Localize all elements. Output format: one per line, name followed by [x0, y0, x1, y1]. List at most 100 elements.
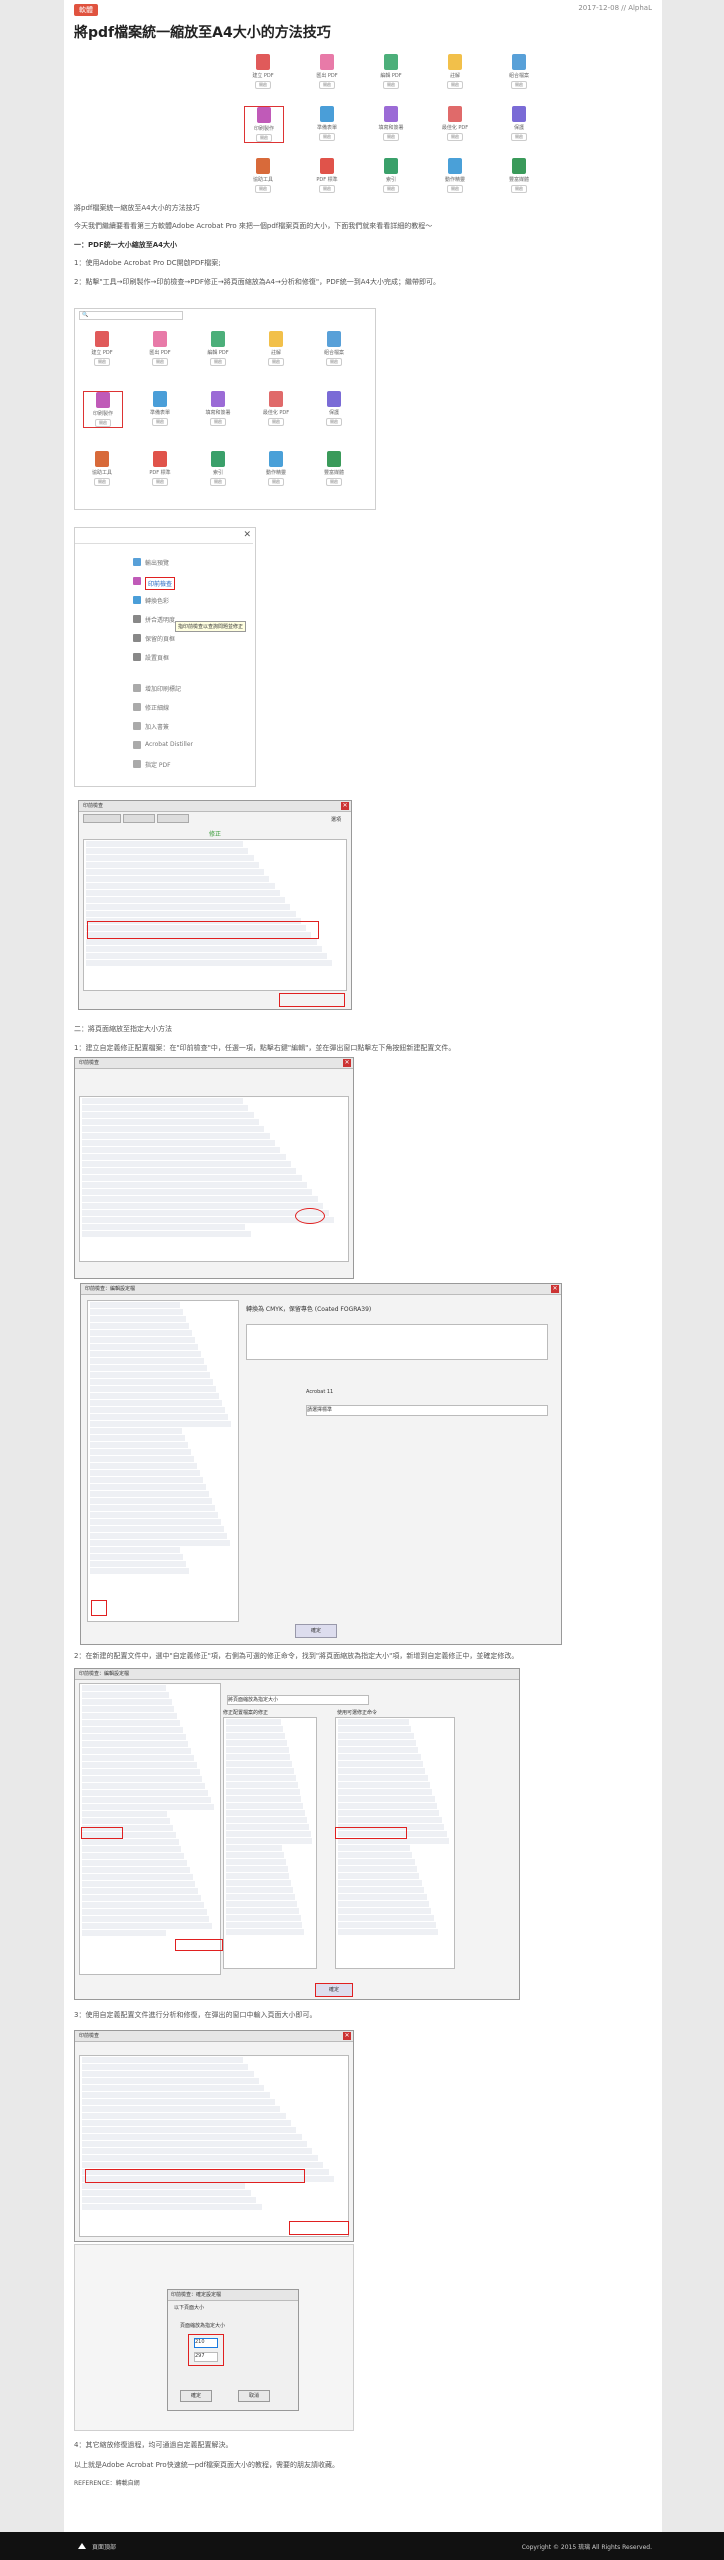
list-item[interactable]	[82, 2057, 243, 2063]
menu-item[interactable]: 增加印刷標記	[145, 684, 181, 693]
tool-tile[interactable]: 註解 開啟	[436, 54, 474, 89]
list-item[interactable]	[86, 841, 244, 847]
tool-tile[interactable]: 最佳化 PDF 開啟	[257, 391, 295, 426]
tool-open-button[interactable]: 開啟	[511, 81, 527, 89]
list-item[interactable]	[82, 1196, 318, 1202]
list-item[interactable]	[82, 2134, 302, 2140]
ok-button[interactable]: 確定	[315, 1983, 353, 1997]
category-tag[interactable]: 軟體	[74, 4, 98, 16]
menu-item[interactable]: 拼合透明度	[145, 615, 175, 624]
list-item[interactable]	[226, 1740, 287, 1746]
list-item[interactable]	[82, 2120, 292, 2126]
tool-open-button[interactable]: 開啟	[511, 133, 527, 141]
list-item[interactable]	[338, 1754, 421, 1760]
tool-open-button[interactable]: 開啟	[152, 478, 168, 486]
list-item[interactable]	[226, 1845, 283, 1851]
list-item[interactable]	[86, 862, 259, 868]
list-item[interactable]	[82, 1818, 171, 1824]
list-item[interactable]	[338, 1915, 434, 1921]
list-item[interactable]	[82, 1853, 185, 1859]
tool-open-button[interactable]: 開啟	[319, 81, 335, 89]
list-item[interactable]	[82, 2127, 297, 2133]
arrow-up-icon[interactable]	[78, 2543, 86, 2549]
list-item[interactable]	[82, 1182, 308, 1188]
list-item[interactable]	[82, 1930, 166, 1936]
list-item[interactable]	[90, 1533, 227, 1539]
ok-button[interactable]: 確定	[295, 1624, 337, 1638]
tool-tile[interactable]: 協助工具 開啟	[83, 451, 121, 486]
list-item[interactable]	[226, 1929, 305, 1935]
list-item[interactable]	[226, 1754, 291, 1760]
list-item[interactable]	[338, 1887, 425, 1893]
list-item[interactable]	[90, 1456, 194, 1462]
list-item[interactable]	[82, 1860, 187, 1866]
selected-fixes-list[interactable]	[223, 1717, 317, 1969]
tool-open-button[interactable]: 開啟	[383, 133, 399, 141]
list-item[interactable]	[338, 1845, 410, 1851]
list-item[interactable]	[226, 1901, 297, 1907]
tool-open-button[interactable]: 開啟	[383, 185, 399, 193]
list-item[interactable]	[82, 2155, 318, 2161]
list-item[interactable]	[90, 1484, 206, 1490]
list-item[interactable]	[82, 1811, 168, 1817]
ok-button[interactable]: 確定	[180, 2390, 212, 2402]
tool-tile[interactable]: 協助工具 開啟	[244, 158, 282, 193]
list-item[interactable]	[338, 1859, 415, 1865]
list-item[interactable]	[86, 946, 322, 952]
list-item[interactable]	[82, 2106, 281, 2112]
tool-open-button[interactable]: 開啟	[326, 418, 342, 426]
list-item[interactable]	[82, 1769, 200, 1775]
list-item[interactable]	[82, 1203, 324, 1209]
list-item[interactable]	[86, 939, 317, 945]
tool-open-button[interactable]: 開啟	[326, 478, 342, 486]
list-item[interactable]	[86, 904, 291, 910]
profile-list[interactable]	[79, 1096, 349, 1262]
tool-tile[interactable]: 豐富媒體 開啟	[315, 451, 353, 486]
list-item[interactable]	[82, 1713, 178, 1719]
tool-tile[interactable]: 填寫和簽署 開啟	[199, 391, 237, 426]
tool-open-button[interactable]: 開啟	[255, 185, 271, 193]
list-item[interactable]	[82, 2064, 249, 2070]
list-item[interactable]	[338, 1803, 438, 1809]
tool-tile[interactable]: PDF 標準 開啟	[141, 451, 179, 486]
list-item[interactable]	[82, 1685, 166, 1691]
list-item[interactable]	[338, 1894, 427, 1900]
category-select[interactable]: 請選擇標準	[306, 1405, 548, 1416]
list-item[interactable]	[86, 890, 280, 896]
list-item[interactable]	[90, 1316, 186, 1322]
list-item[interactable]	[338, 1866, 418, 1872]
tool-tile[interactable]: 編輯 PDF 開啟	[199, 331, 237, 366]
list-item[interactable]	[226, 1859, 286, 1865]
tool-tile[interactable]: 準備表單 開啟	[308, 106, 346, 141]
tool-open-button[interactable]: 開啟	[152, 418, 168, 426]
tool-tile[interactable]: 組合檔案 開啟	[315, 331, 353, 366]
list-item[interactable]	[82, 1804, 214, 1810]
tool-tile[interactable]: 最佳化 PDF 開啟	[436, 106, 474, 141]
list-item[interactable]	[226, 1803, 304, 1809]
tool-open-button[interactable]: 開啟	[152, 358, 168, 366]
tool-open-button[interactable]: 開啟	[94, 358, 110, 366]
list-item[interactable]	[82, 2141, 308, 2147]
list-item[interactable]	[82, 1741, 189, 1747]
list-item[interactable]	[82, 2148, 313, 2154]
list-item[interactable]	[90, 1554, 183, 1560]
list-item[interactable]	[90, 1358, 204, 1364]
list-item[interactable]	[338, 1901, 429, 1907]
tool-tile[interactable]: 印刷製作 開啟	[83, 391, 123, 428]
list-item[interactable]	[338, 1908, 432, 1914]
list-item[interactable]	[90, 1309, 183, 1315]
list-item[interactable]	[90, 1344, 198, 1350]
tool-tile[interactable]: 印刷製作 開啟	[244, 106, 284, 143]
list-item[interactable]	[226, 1922, 303, 1928]
list-item[interactable]	[86, 883, 275, 889]
list-item[interactable]	[90, 1421, 231, 1427]
list-item[interactable]	[90, 1470, 200, 1476]
close-icon[interactable]: ✕	[341, 802, 349, 810]
list-item[interactable]	[82, 1755, 194, 1761]
reference[interactable]: REFERENCE：轉載自網	[74, 2478, 140, 2487]
profile-list[interactable]	[83, 839, 347, 991]
list-item[interactable]	[90, 1386, 216, 1392]
tool-tile[interactable]: 組合檔案 開啟	[500, 54, 538, 89]
list-item[interactable]	[226, 1726, 284, 1732]
tool-tile[interactable]: 動作精靈 開啟	[436, 158, 474, 193]
